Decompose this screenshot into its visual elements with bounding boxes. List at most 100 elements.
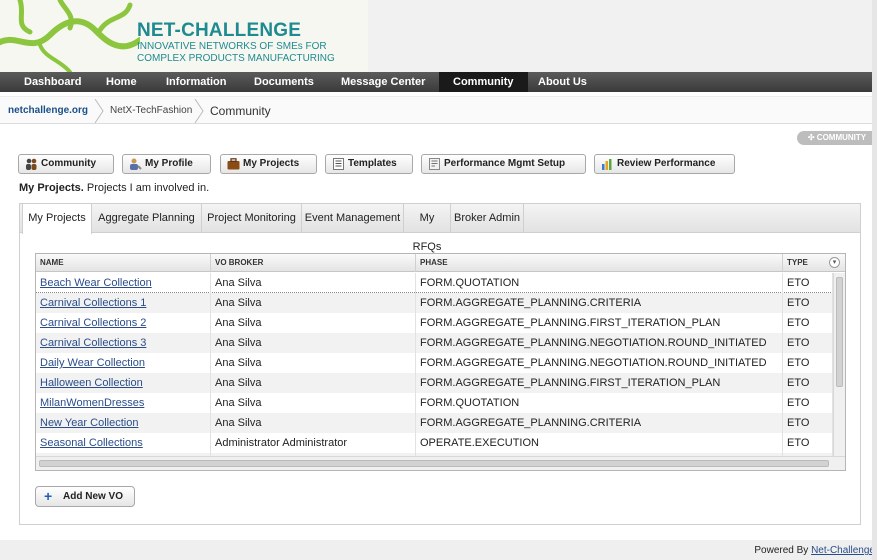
performance-mgmt-setup-button-label: Performance Mgmt Setup: [444, 158, 566, 169]
cell-vo-broker: Ana Silva: [211, 313, 416, 333]
cell-type: ETO: [783, 313, 833, 333]
tab-bar: My Projects Aggregate Planning Project M…: [20, 204, 860, 253]
cell-vo-broker: Ana Silva: [211, 413, 416, 433]
powered-by-link[interactable]: Net-Challenge: [811, 545, 875, 556]
cell-name[interactable]: Carnival Collections 2: [36, 313, 211, 333]
nav-about-us[interactable]: About Us: [532, 72, 593, 92]
cell-phase: OPERATE.EXECUTION: [416, 433, 783, 453]
section-intro: My Projects. Projects I am involved in.: [19, 182, 209, 194]
my-projects-button[interactable]: My Projects: [220, 154, 317, 174]
people-icon: [26, 158, 37, 170]
cell-type: ETO: [783, 373, 833, 393]
bar-chart-icon: [602, 159, 612, 170]
column-menu-icon[interactable]: ▾: [829, 257, 840, 268]
cell-type: ETO: [783, 393, 833, 413]
templates-button[interactable]: Templates: [325, 154, 413, 174]
table-row[interactable]: MilanWomenDresses Ana Silva FORM.QUOTATION…: [36, 393, 833, 413]
footer: [0, 540, 877, 560]
logo-title: NET-CHALLENGE: [137, 20, 302, 41]
review-performance-button-label: Review Performance: [617, 158, 716, 169]
cell-vo-broker: Ana Silva: [211, 393, 416, 413]
cell-type: ETO: [783, 273, 833, 293]
nav-message-center[interactable]: Message Center: [335, 72, 431, 92]
cell-type: ETO: [783, 353, 833, 373]
powered-by: Powered By Net-Challenge: [754, 545, 875, 556]
cell-phase: FORM.AGGREGATE_PLANNING.FIRST_ITERATION_…: [416, 373, 783, 393]
powered-by-text: Powered By: [754, 545, 812, 556]
column-header-phase[interactable]: PHASE: [416, 254, 783, 272]
cell-name[interactable]: MilanWomenDresses: [36, 393, 211, 413]
cell-phase: FORM.AGGREGATE_PLANNING.CRITERIA: [416, 413, 783, 433]
nav-dashboard[interactable]: Dashboard: [18, 72, 87, 92]
performance-mgmt-setup-button[interactable]: Performance Mgmt Setup: [421, 154, 586, 174]
section-title: My Projects.: [19, 182, 84, 194]
table-row[interactable]: Seasonal Collections Administrator Admini…: [36, 433, 833, 453]
main-nav: Dashboard Home Information Documents Mes…: [0, 72, 877, 92]
nav-information[interactable]: Information: [160, 72, 233, 92]
projects-grid: NAME VO BROKER PHASE TYPE ▾ Beach Wear C…: [35, 253, 846, 471]
cell-type: ETO: [783, 413, 833, 433]
plus-icon: +: [44, 488, 53, 504]
tab-my-rfqs[interactable]: My RFQs: [404, 204, 451, 253]
tab-broker-admin[interactable]: Broker Admin: [451, 204, 524, 233]
user-icon: [130, 158, 142, 170]
cell-phase: FORM.QUOTATION: [416, 273, 783, 293]
my-profile-button[interactable]: My Profile: [122, 154, 211, 174]
breadcrumb-separator-icon: [194, 99, 204, 123]
add-new-vo-button[interactable]: + Add New VO: [35, 486, 135, 507]
table-row[interactable]: Halloween Collection Ana Silva FORM.AGGREG…: [36, 373, 833, 393]
grid-header: NAME VO BROKER PHASE TYPE ▾: [36, 254, 845, 272]
vertical-scroll-thumb[interactable]: [836, 277, 843, 387]
table-row[interactable]: Daily Wear Collection Ana Silva FORM.AGGRE…: [36, 353, 833, 373]
breadcrumb-separator-icon: [94, 99, 104, 123]
templates-button-label: Templates: [348, 158, 397, 169]
cell-name[interactable]: Halloween Collection: [36, 373, 211, 393]
community-tag-label: COMMUNITY: [816, 133, 867, 142]
cell-name[interactable]: New Year Collection: [36, 413, 211, 433]
cell-vo-broker: Ana Silva: [211, 273, 416, 293]
community-tag[interactable]: ✣ COMMUNITY: [797, 131, 877, 145]
horizontal-scrollbar[interactable]: [36, 456, 845, 470]
table-row[interactable]: Beach Wear Collection Ana Silva FORM.QUOTA…: [36, 273, 833, 293]
banner-background: [368, 0, 877, 72]
nav-home[interactable]: Home: [100, 72, 143, 92]
tab-project-monitoring[interactable]: Project Monitoring: [202, 204, 302, 233]
cell-type: ETO: [783, 433, 833, 453]
breadcrumb-group[interactable]: NetX-TechFashion: [110, 97, 192, 125]
community-button[interactable]: Community: [18, 154, 114, 174]
cell-phase: FORM.AGGREGATE_PLANNING.FIRST_ITERATION_…: [416, 313, 783, 333]
cell-vo-broker: Administrator Administrator: [211, 433, 416, 453]
cell-name[interactable]: Carnival Collections 3: [36, 333, 211, 353]
add-new-vo-button-label: Add New VO: [63, 491, 124, 502]
cell-name[interactable]: Seasonal Collections: [36, 433, 211, 453]
cell-type: ETO: [783, 293, 833, 313]
tab-my-projects[interactable]: My Projects: [22, 204, 92, 234]
cell-name[interactable]: Daily Wear Collection: [36, 353, 211, 373]
cell-phase: FORM.AGGREGATE_PLANNING.CRITERIA: [416, 293, 783, 313]
cell-phase: FORM.AGGREGATE_PLANNING.NEGOTIATION.ROUN…: [416, 353, 783, 373]
section-description: Projects I am involved in.: [83, 182, 210, 194]
table-row[interactable]: Carnival Collections 3 Ana Silva FORM.AGGR…: [36, 333, 833, 353]
column-header-vo-broker[interactable]: VO BROKER: [211, 254, 416, 272]
logo-subtitle-2: COMPLEX PRODUCTS MANUFACTURING: [137, 53, 335, 64]
table-row[interactable]: Carnival Collections 1 Ana Silva FORM.AGGR…: [36, 293, 833, 313]
table-row[interactable]: Carnival Collections 2 Ana Silva FORM.AGGR…: [36, 313, 833, 333]
vertical-scrollbar[interactable]: [833, 273, 845, 456]
cell-type: ETO: [783, 333, 833, 353]
table-row[interactable]: New Year Collection Ana Silva FORM.AGGREGA…: [36, 413, 833, 433]
nav-documents[interactable]: Documents: [248, 72, 320, 92]
cell-vo-broker: Ana Silva: [211, 293, 416, 313]
tab-event-management[interactable]: Event Management: [302, 204, 404, 233]
briefcase-icon: [227, 158, 240, 170]
horizontal-scroll-thumb[interactable]: [39, 460, 829, 467]
document-list-icon: [333, 158, 344, 170]
tab-aggregate-planning[interactable]: Aggregate Planning: [92, 204, 202, 233]
nav-community[interactable]: Community: [439, 72, 528, 92]
column-header-name[interactable]: NAME: [36, 254, 211, 272]
review-performance-button[interactable]: Review Performance: [594, 154, 735, 174]
page: NET-CHALLENGE INNOVATIVE NETWORKS OF SME…: [0, 0, 877, 560]
cell-name[interactable]: Carnival Collections 1: [36, 293, 211, 313]
cell-name[interactable]: Beach Wear Collection: [36, 273, 211, 293]
breadcrumb: netchallenge.org NetX-TechFashion Commun…: [0, 96, 872, 124]
breadcrumb-root[interactable]: netchallenge.org: [8, 97, 88, 125]
